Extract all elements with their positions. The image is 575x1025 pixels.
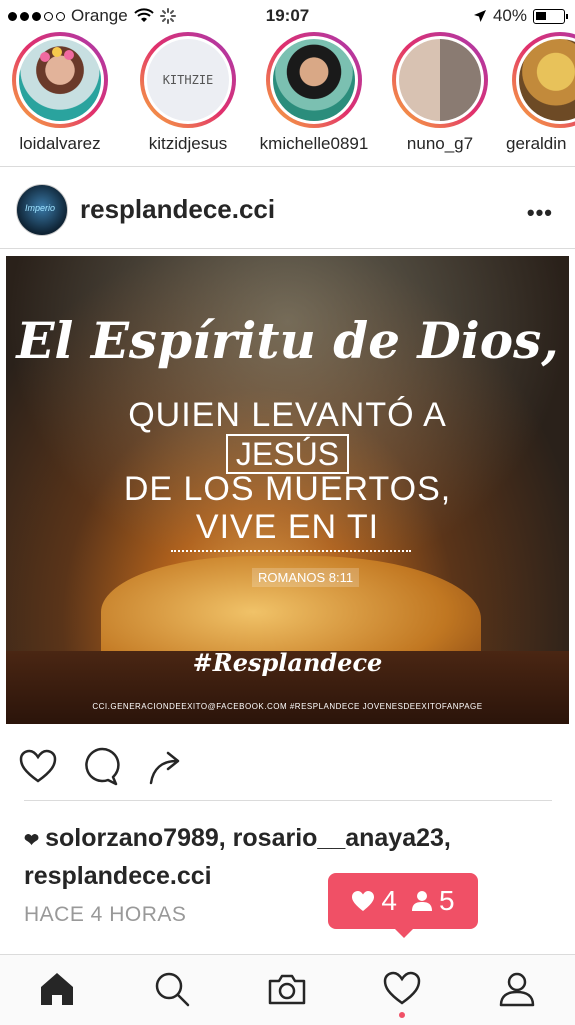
- profile-icon[interactable]: [497, 969, 537, 1009]
- post-username[interactable]: resplandece.cci: [80, 194, 275, 225]
- story-ring: [512, 32, 575, 128]
- story-ring: [266, 32, 362, 128]
- avatar-text: Imperio: [25, 203, 56, 213]
- share-arrow-icon[interactable]: [146, 747, 186, 787]
- story-ring: [12, 32, 108, 128]
- story-username: kitzidjesus: [148, 134, 228, 153]
- story-ring: KITHZIE: [140, 32, 236, 128]
- post-header: Imperio resplandece.cci •••: [0, 172, 575, 248]
- story-item[interactable]: KITHZIE kitzidjesus: [128, 32, 248, 154]
- likes-count-group: 4: [351, 885, 397, 917]
- story-ring-inner: [396, 36, 484, 124]
- story-avatar: [273, 39, 355, 121]
- stories-tray: loidalvarez KITHZIE kitzidjesus kmichell…: [0, 32, 575, 164]
- divider: [24, 800, 552, 801]
- image-credits: CCI.GENERACIONDEEXITO@FACEBOOK.COM #RESP…: [92, 702, 483, 711]
- divider: [0, 248, 575, 249]
- flower-crown-icon: [40, 47, 74, 62]
- small-heart-icon: ❤: [24, 830, 40, 850]
- post-avatar[interactable]: Imperio: [16, 184, 68, 236]
- divider: [0, 166, 575, 167]
- battery-percent: 40%: [492, 6, 527, 25]
- followers-count-group: 5: [411, 885, 455, 917]
- followers-count: 5: [439, 885, 455, 916]
- story-username: geraldin: [506, 134, 567, 153]
- location-arrow-icon: [473, 10, 486, 22]
- story-ring-inner: [516, 36, 575, 124]
- person-icon: [412, 891, 432, 911]
- image-line: QUIEN LEVANTÓ A: [128, 396, 447, 434]
- tab-bar: [0, 954, 575, 1025]
- battery-level: [536, 11, 546, 20]
- story-ring-inner: [270, 36, 358, 124]
- status-bar: Orange 19:07 40%: [0, 0, 575, 32]
- image-line-boxed: JESÚS: [6, 434, 569, 474]
- image-dotted-rule: [171, 550, 411, 552]
- camera-icon[interactable]: [267, 969, 307, 1009]
- heart-outline-icon[interactable]: [18, 747, 58, 787]
- story-avatar: KITHZIE: [147, 39, 229, 121]
- post-timestamp: HACE 4 HORAS: [24, 903, 187, 926]
- story-item[interactable]: nuno_g7: [380, 32, 500, 154]
- story-avatar: [399, 39, 481, 121]
- heart-icon: [352, 891, 375, 911]
- activity-indicator-dot: [399, 1012, 405, 1018]
- speech-bubble-icon[interactable]: [80, 747, 120, 787]
- post-image[interactable]: El Espíritu de Dios, QUIEN LEVANTÓ A JES…: [6, 256, 569, 724]
- story-username: loidalvarez: [19, 134, 101, 153]
- status-right: 40%: [473, 6, 568, 26]
- likes-count: 4: [381, 885, 397, 916]
- story-ring: [392, 32, 488, 128]
- image-line: DE LOS MUERTOS,: [123, 470, 452, 508]
- story-username: nuno_g7: [406, 134, 474, 153]
- more-options-button[interactable]: •••: [527, 200, 553, 226]
- search-icon[interactable]: [152, 969, 192, 1009]
- home-icon[interactable]: [37, 969, 77, 1009]
- image-boxed-word: JESÚS: [225, 434, 350, 474]
- image-hashtag: #Resplandece: [192, 648, 383, 677]
- story-item[interactable]: geraldin: [500, 32, 575, 154]
- battery-icon: [533, 8, 568, 24]
- story-pic-text: KITHZIE: [162, 73, 214, 87]
- story-item[interactable]: loidalvarez: [0, 32, 120, 154]
- image-title: El Espíritu de Dios,: [16, 311, 559, 370]
- post-actions: [0, 735, 575, 797]
- story-ring-inner: [16, 36, 104, 124]
- story-ring-inner: KITHZIE: [144, 36, 232, 124]
- story-username: kmichelle0891: [259, 134, 369, 153]
- heart-icon[interactable]: [382, 969, 422, 1009]
- story-avatar: [519, 39, 575, 121]
- image-line: VIVE EN TI: [195, 508, 380, 546]
- image-reference: ROMANOS 8:11: [252, 568, 360, 587]
- story-avatar: [19, 39, 101, 121]
- story-item[interactable]: kmichelle0891: [254, 32, 374, 154]
- activity-notification-bubble[interactable]: 4 5: [328, 873, 478, 938]
